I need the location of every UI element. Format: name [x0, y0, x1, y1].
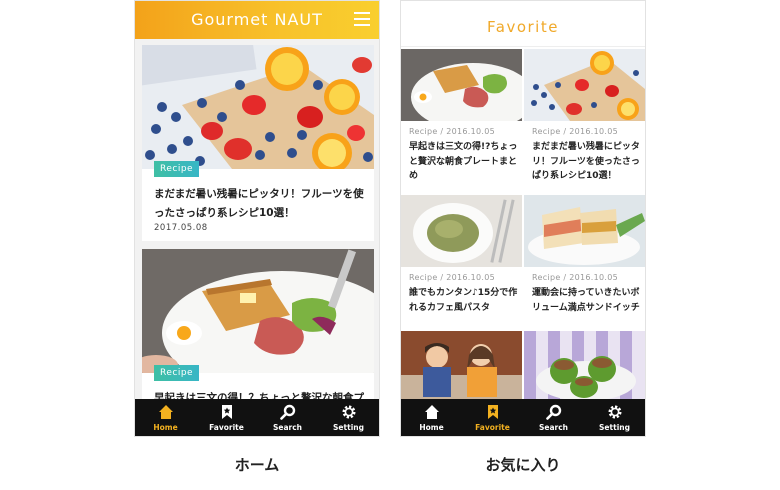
favorite-item[interactable]: Recipe / 2016.10.05 早起きは三文の得!?ちょっと贅沢な朝食プ… [401, 49, 522, 193]
tab-favorite[interactable]: Favorite [196, 399, 257, 436]
stage: Gourmet NAUT Recipe まだまだ暑い残暑にピッタリ！フルーツを使… [0, 0, 780, 490]
tab-home[interactable]: Home [401, 399, 462, 436]
item-meta: Recipe / 2016.10.05 [532, 127, 619, 136]
favorite-item[interactable]: Recipe / 2016.10.05 誰でもカンタン♪15分で作れるカフェ風パ… [401, 195, 522, 329]
item-meta: Recipe / 2016.10.05 [409, 127, 496, 136]
item-title: 早起きは三文の得!?ちょっと贅沢な朝食プレートまとめ [409, 142, 518, 181]
app-title: Gourmet NAUT [191, 10, 323, 29]
favorite-header: Favorite [401, 1, 645, 47]
home-icon [424, 405, 439, 419]
item-title: 運動会に持っていきたいボリューム満点サンドイッチ [532, 288, 640, 313]
home-phone-screen: Gourmet NAUT Recipe まだまだ暑い残暑にピッタリ！フルーツを使… [134, 0, 380, 437]
bookmark-icon [487, 405, 498, 419]
tab-bar: Home Favorite Search Setting [401, 399, 645, 436]
tab-label: Home [153, 423, 178, 432]
tab-label: Favorite [475, 423, 510, 432]
breakfast-photo [142, 249, 374, 373]
bookmark-icon [221, 405, 232, 419]
tab-setting[interactable]: Setting [584, 399, 645, 436]
tab-search[interactable]: Search [523, 399, 584, 436]
favorite-item[interactable]: Recipe / 2016.10.05 まだまだ暑い残暑にピッタリ！フルーツを使… [524, 49, 645, 193]
menu-icon[interactable] [354, 12, 370, 26]
tab-label: Search [272, 423, 303, 432]
favorite-item[interactable]: Recipe / 2016.10.05 運動会に持っていきたいボリューム満点サン… [524, 195, 645, 329]
tab-label: Home [419, 423, 444, 432]
tab-favorite[interactable]: Favorite [462, 399, 523, 436]
fruit-photo [142, 45, 374, 169]
pasta-photo [401, 195, 522, 267]
article-date: 2017.05.08 [154, 223, 208, 233]
favorite-caption: お気に入り [485, 456, 561, 474]
tab-label: Search [538, 423, 569, 432]
gear-icon [608, 405, 621, 419]
search-icon [545, 404, 561, 420]
breakfast-photo [401, 49, 522, 121]
people-cooking-photo [401, 331, 522, 403]
tab-search[interactable]: Search [257, 399, 318, 436]
article-card[interactable]: Recipe まだまだ暑い残暑にピッタリ！フルーツを使ったさっぱり系レシピ10選… [142, 45, 374, 241]
search-icon [279, 404, 295, 420]
tab-label: Favorite [209, 423, 244, 432]
item-title: 誰でもカンタン♪15分で作れるカフェ風パスタ [409, 288, 518, 313]
tab-label: Setting [333, 423, 364, 432]
home-caption: ホーム [234, 456, 280, 474]
category-tag: Recipe [154, 161, 200, 177]
favorite-item[interactable] [524, 331, 645, 403]
home-header: Gourmet NAUT [135, 1, 379, 39]
tab-home[interactable]: Home [135, 399, 196, 436]
sandwich-photo [524, 195, 645, 267]
category-tag: Recipe [154, 365, 200, 381]
fruit-photo [524, 49, 645, 121]
favorite-phone-screen: Favorite Recipe / 2016.10.05 早起きは三文の得!?ち… [400, 0, 646, 437]
article-card[interactable]: Recipe 早起きは三文の得！？ちょっと贅沢な朝食プレートまとめ [142, 249, 374, 423]
item-title: まだまだ暑い残暑にピッタリ！フルーツを使ったさっぱり系レシピ10選！ [532, 142, 640, 181]
stuffed-pepper-photo [524, 331, 645, 403]
item-meta: Recipe / 2016.10.05 [532, 273, 619, 282]
home-icon [158, 405, 173, 419]
tab-setting[interactable]: Setting [318, 399, 379, 436]
article-title: まだまだ暑い残暑にピッタリ！フルーツを使ったさっぱり系レシピ10選！ [154, 188, 364, 219]
item-meta: Recipe / 2016.10.05 [409, 273, 496, 282]
tab-bar: Home Favorite Search Setting [135, 399, 379, 436]
tab-label: Setting [599, 423, 630, 432]
favorite-item[interactable] [401, 331, 522, 403]
page-title: Favorite [487, 18, 559, 36]
gear-icon [342, 405, 355, 419]
